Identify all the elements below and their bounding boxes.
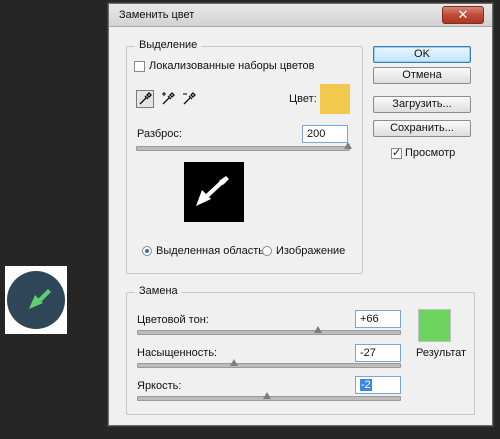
selection-preview: [184, 162, 244, 222]
color-label: Цвет:: [289, 93, 317, 105]
saturation-input[interactable]: -27: [355, 344, 401, 362]
result-color-swatch[interactable]: [418, 309, 451, 342]
hue-label: Цветовой тон:: [137, 314, 209, 326]
hue-input[interactable]: +66: [355, 310, 401, 328]
fuzziness-input[interactable]: 200: [302, 125, 348, 143]
title-bar[interactable]: Заменить цвет ✕: [109, 4, 492, 27]
image-radio-label: Изображение: [276, 245, 346, 257]
preview-checkbox[interactable]: [391, 146, 402, 159]
fuzziness-label: Разброс:: [137, 128, 182, 140]
hue-value: +66: [360, 313, 379, 325]
lightness-value: -2: [360, 379, 372, 391]
result-label: Результат: [416, 347, 467, 359]
eyedropper-tool-button[interactable]: [136, 90, 154, 108]
layer-thumbnail[interactable]: [5, 266, 67, 334]
fuzziness-slider-thumb[interactable]: [344, 142, 352, 149]
lightness-label: Яркость:: [137, 380, 182, 392]
selection-mask-image: [184, 176, 244, 225]
saturation-value: -27: [360, 347, 376, 359]
trowel-logo-icon: [7, 271, 65, 329]
selection-group-title: Выделение: [135, 39, 202, 51]
dialog-title: Заменить цвет: [119, 9, 195, 21]
image-radio[interactable]: [262, 246, 272, 256]
replacement-group-title: Замена: [135, 285, 182, 297]
saturation-label: Насыщенность:: [137, 347, 218, 359]
selection-radio-label: Выделенная область: [156, 245, 264, 257]
fuzziness-slider-track[interactable]: [136, 146, 350, 151]
saturation-slider-track[interactable]: [137, 363, 401, 368]
replace-color-dialog: Заменить цвет ✕ Выделение Локализованные…: [108, 3, 493, 426]
lightness-slider-thumb[interactable]: [263, 392, 271, 399]
eyedropper-plus-tool-button[interactable]: [159, 90, 177, 108]
selection-radio[interactable]: [142, 246, 152, 256]
selection-group: Выделение: [126, 39, 363, 274]
hue-slider-track[interactable]: [137, 330, 401, 335]
localized-clusters-label: Локализованные наборы цветов: [149, 60, 315, 72]
eyedropper-minus-tool-button[interactable]: [180, 90, 198, 108]
save-button[interactable]: Сохранить...: [373, 120, 471, 137]
ok-button[interactable]: OK: [373, 46, 471, 63]
lightness-input[interactable]: -2: [355, 376, 401, 394]
selection-color-swatch[interactable]: [320, 84, 350, 114]
cancel-button[interactable]: Отмена: [373, 67, 471, 84]
saturation-slider-thumb[interactable]: [230, 359, 238, 366]
localized-clusters-checkbox[interactable]: [134, 61, 145, 72]
fuzziness-value: 200: [307, 128, 326, 140]
close-button[interactable]: ✕: [442, 6, 484, 24]
preview-label: Просмотр: [405, 147, 456, 159]
hue-slider-thumb[interactable]: [314, 326, 322, 333]
load-button[interactable]: Загрузить...: [373, 96, 471, 113]
